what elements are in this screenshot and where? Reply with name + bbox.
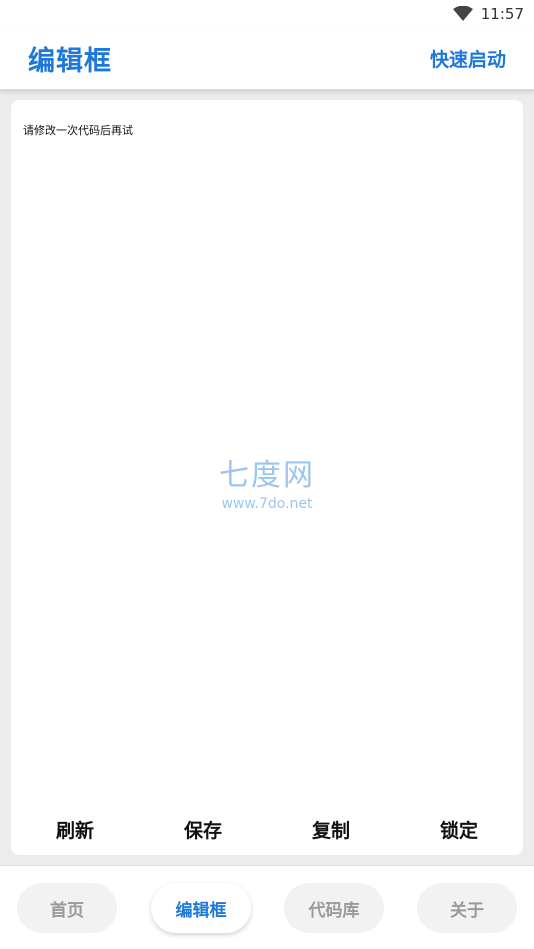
status-bar: 11:57 <box>0 0 534 28</box>
page-title: 编辑框 <box>28 46 112 77</box>
code-editor[interactable]: 请修改一次代码后再试 <box>23 123 509 793</box>
nav-editor[interactable]: 编辑框 <box>151 883 251 933</box>
lock-button[interactable]: 锁定 <box>409 816 509 843</box>
nav-about[interactable]: 关于 <box>417 883 517 933</box>
nav-home[interactable]: 首页 <box>17 883 117 933</box>
editor-card: 请修改一次代码后再试 七度网 www.7do.net 刷新 保存 复制 锁定 <box>11 100 523 855</box>
bottom-nav: 首页 编辑框 代码库 关于 <box>0 865 534 949</box>
wifi-icon <box>452 6 473 21</box>
save-button[interactable]: 保存 <box>153 816 253 843</box>
quick-start-button[interactable]: 快速启动 <box>430 45 506 72</box>
status-time: 11:57 <box>480 5 524 23</box>
app-bar: 编辑框 快速启动 <box>0 28 534 90</box>
copy-button[interactable]: 复制 <box>281 816 381 843</box>
nav-code-library[interactable]: 代码库 <box>284 883 384 933</box>
refresh-button[interactable]: 刷新 <box>25 816 125 843</box>
editor-action-row: 刷新 保存 复制 锁定 <box>11 812 523 846</box>
